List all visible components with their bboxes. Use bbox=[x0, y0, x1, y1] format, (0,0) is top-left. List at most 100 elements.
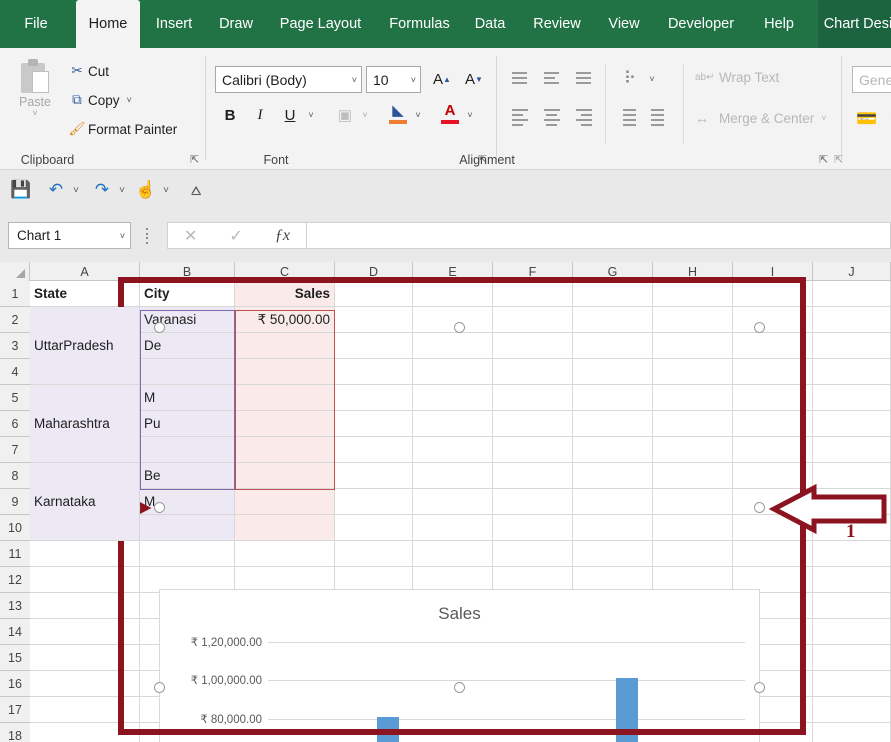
chevron-down-icon[interactable]: ˅ bbox=[304, 104, 318, 126]
cell-E6[interactable] bbox=[413, 411, 493, 437]
cell-B10[interactable] bbox=[140, 515, 235, 541]
chart-handle-bottom-left[interactable] bbox=[154, 682, 165, 693]
column-header-B[interactable]: B bbox=[140, 262, 235, 281]
cell-A13[interactable] bbox=[30, 593, 140, 619]
cell-F5[interactable] bbox=[493, 385, 573, 411]
cell-H6[interactable] bbox=[653, 411, 733, 437]
cell-F7[interactable] bbox=[493, 437, 573, 463]
cell-B9[interactable]: M bbox=[140, 489, 235, 515]
bold-button[interactable]: B bbox=[218, 102, 242, 128]
name-box[interactable]: Chart 1 ˅ bbox=[8, 222, 131, 249]
cancel-icon[interactable]: ✕ bbox=[184, 226, 197, 246]
row-header-16[interactable]: 16 bbox=[0, 671, 30, 697]
undo-button[interactable]: ↶ bbox=[44, 177, 68, 203]
chevron-down-icon[interactable]: ˅ bbox=[821, 113, 826, 123]
paste-button[interactable]: Paste ˅ bbox=[12, 56, 58, 132]
cell-G1[interactable] bbox=[573, 281, 653, 307]
cell-C9[interactable] bbox=[235, 489, 335, 515]
cell-C7[interactable] bbox=[235, 437, 335, 463]
cell-F11[interactable] bbox=[493, 541, 573, 567]
ribbon-tab-draw[interactable]: Draw bbox=[212, 0, 260, 48]
chart-handle-middle-left[interactable] bbox=[154, 502, 165, 513]
column-header-A[interactable]: A bbox=[30, 262, 140, 281]
cell-C3[interactable] bbox=[235, 333, 335, 359]
cell-E10[interactable] bbox=[413, 515, 493, 541]
cell-A11[interactable] bbox=[30, 541, 140, 567]
touch-dropdown[interactable]: ˅ bbox=[160, 177, 172, 203]
cell-G4[interactable] bbox=[573, 359, 653, 385]
cut-button[interactable]: ✂ Cut bbox=[66, 60, 109, 82]
chevron-down-icon[interactable]: ˅ bbox=[120, 231, 125, 241]
cell-D10[interactable] bbox=[335, 515, 413, 541]
italic-button[interactable]: I bbox=[248, 102, 272, 128]
cell-J3[interactable] bbox=[813, 333, 891, 359]
row-header-9[interactable]: 9 bbox=[0, 489, 30, 515]
cell-C1[interactable]: Sales bbox=[235, 281, 335, 307]
chevron-down-icon[interactable]: ˅ bbox=[352, 75, 357, 85]
cell-E2[interactable] bbox=[413, 307, 493, 333]
chevron-down-icon[interactable]: ˅ bbox=[127, 95, 132, 105]
cell-G3[interactable] bbox=[573, 333, 653, 359]
row-header-2[interactable]: 2 bbox=[0, 307, 30, 333]
cell-D8[interactable] bbox=[335, 463, 413, 489]
cell-J9[interactable] bbox=[813, 489, 891, 515]
cell-G10[interactable] bbox=[573, 515, 653, 541]
formula-input[interactable] bbox=[307, 222, 891, 249]
cell-C6[interactable] bbox=[235, 411, 335, 437]
enter-icon[interactable]: ✓ bbox=[229, 226, 242, 246]
cell-F1[interactable] bbox=[493, 281, 573, 307]
cell-D3[interactable] bbox=[335, 333, 413, 359]
ribbon-tab-help[interactable]: Help bbox=[757, 0, 801, 48]
font-name-box[interactable]: Calibri (Body) ˅ bbox=[215, 66, 362, 93]
cell-H3[interactable] bbox=[653, 333, 733, 359]
worksheet-grid[interactable]: 12345678910111213141516171819 StateCityS… bbox=[0, 262, 891, 742]
cell-I9[interactable] bbox=[733, 489, 813, 515]
cell-G7[interactable] bbox=[573, 437, 653, 463]
row-header-6[interactable]: 6 bbox=[0, 411, 30, 437]
select-all-button[interactable] bbox=[0, 262, 30, 281]
cell-D2[interactable] bbox=[335, 307, 413, 333]
chart-plot-area[interactable]: ₹ 0.00₹ 20,000.00₹ 40,000.00₹ 60,000.00₹… bbox=[191, 637, 745, 742]
chart-handle-top-left[interactable] bbox=[154, 322, 165, 333]
cell-B11[interactable] bbox=[140, 541, 235, 567]
alignment-dialog-launcher[interactable]: ⇱ bbox=[819, 154, 831, 166]
cell-J1[interactable] bbox=[813, 281, 891, 307]
insert-function-icon[interactable]: ƒx bbox=[275, 227, 290, 245]
row-header-4[interactable]: 4 bbox=[0, 359, 30, 385]
align-left-button[interactable] bbox=[509, 106, 531, 126]
increase-font-size-button[interactable]: A ▲ bbox=[428, 66, 456, 93]
cell-G8[interactable] bbox=[573, 463, 653, 489]
row-header-8[interactable]: 8 bbox=[0, 463, 30, 489]
column-header-J[interactable]: J bbox=[813, 262, 891, 281]
row-header-7[interactable]: 7 bbox=[0, 437, 30, 463]
cell-A14[interactable] bbox=[30, 619, 140, 645]
cell-A2[interactable]: UttarPradesh bbox=[30, 307, 140, 385]
cell-J16[interactable] bbox=[813, 671, 891, 697]
column-header-G[interactable]: G bbox=[573, 262, 653, 281]
decrease-indent-icon[interactable] bbox=[617, 106, 639, 126]
cell-C4[interactable] bbox=[235, 359, 335, 385]
cell-B6[interactable]: Pu bbox=[140, 411, 235, 437]
cell-C11[interactable] bbox=[235, 541, 335, 567]
cell-D9[interactable] bbox=[335, 489, 413, 515]
column-header-E[interactable]: E bbox=[413, 262, 493, 281]
cell-F6[interactable] bbox=[493, 411, 573, 437]
align-bottom-button[interactable] bbox=[573, 68, 595, 88]
cell-A1[interactable]: State bbox=[30, 281, 140, 307]
cell-F9[interactable] bbox=[493, 489, 573, 515]
cell-F8[interactable] bbox=[493, 463, 573, 489]
cell-J12[interactable] bbox=[813, 567, 891, 593]
cell-J13[interactable] bbox=[813, 593, 891, 619]
row-header-5[interactable]: 5 bbox=[0, 385, 30, 411]
cell-J6[interactable] bbox=[813, 411, 891, 437]
cell-J5[interactable] bbox=[813, 385, 891, 411]
number-format-box[interactable]: General bbox=[852, 66, 891, 93]
number-dialog-launcher[interactable]: ⇱ bbox=[834, 154, 846, 166]
chevron-down-icon[interactable]: ˅ bbox=[411, 104, 425, 126]
orientation-icon[interactable]: ⠗ bbox=[617, 66, 643, 92]
align-center-button[interactable] bbox=[541, 106, 563, 126]
chart-object[interactable]: Sales ₹ 0.00₹ 20,000.00₹ 40,000.00₹ 60,0… bbox=[159, 589, 760, 742]
column-header-H[interactable]: H bbox=[653, 262, 733, 281]
row-header-18[interactable]: 18 bbox=[0, 723, 30, 742]
cell-I1[interactable] bbox=[733, 281, 813, 307]
